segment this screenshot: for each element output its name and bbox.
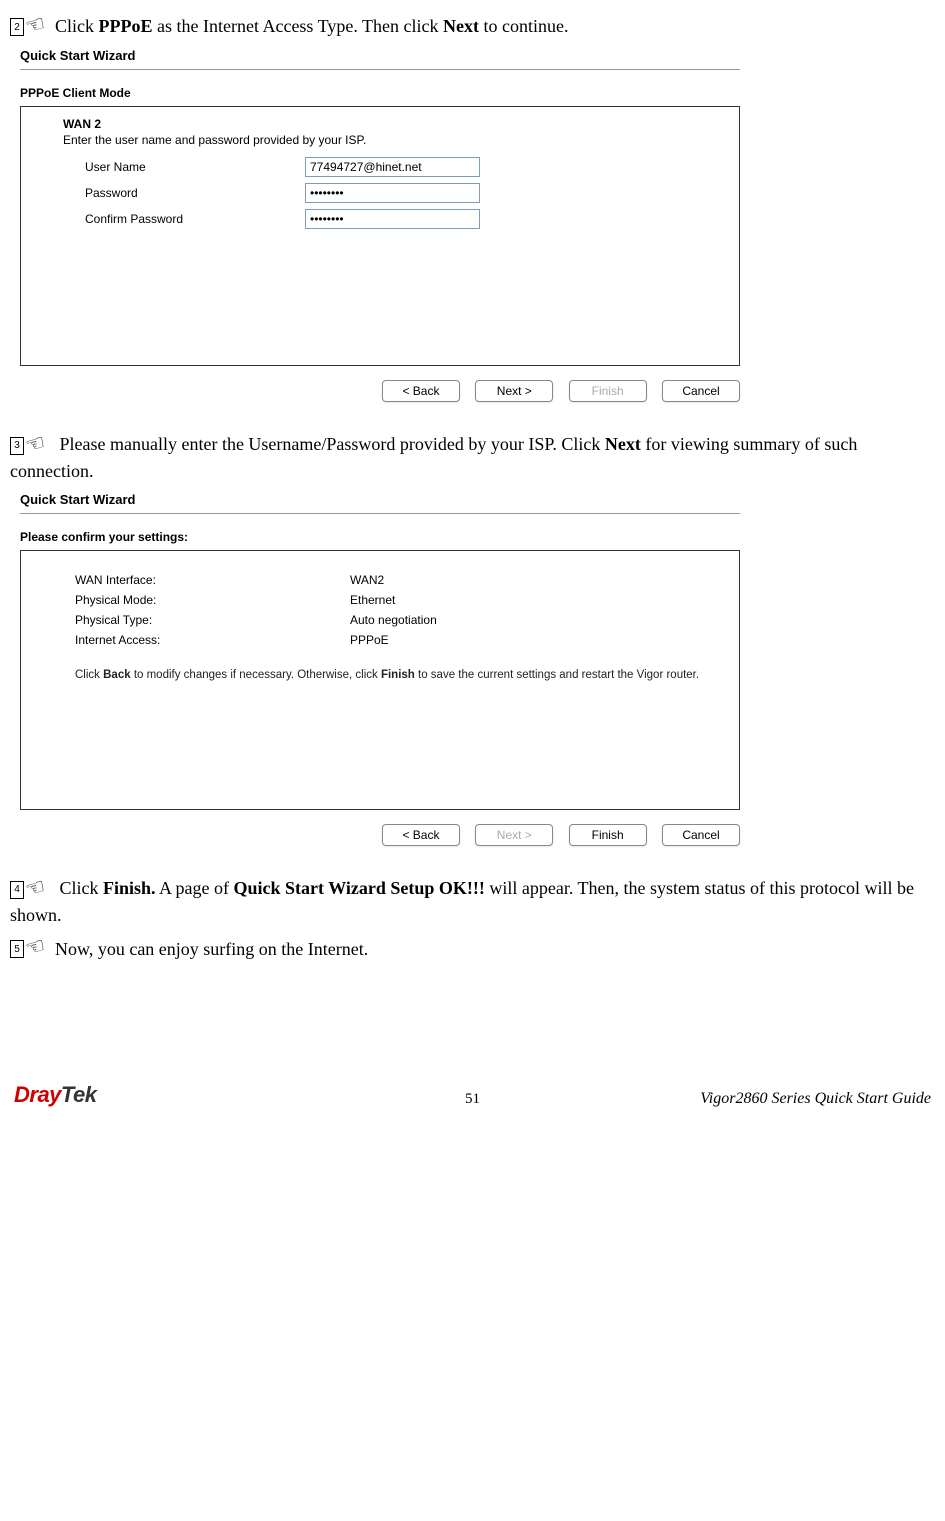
wizard-button-row: < Back Next > Finish Cancel: [20, 380, 740, 402]
cancel-button[interactable]: Cancel: [662, 824, 740, 846]
bold: Next: [443, 16, 479, 36]
input-confirm-password[interactable]: [305, 209, 480, 229]
wizard-confirm-settings: Quick Start Wizard Please confirm your s…: [20, 492, 740, 846]
step-icon: 2☜: [10, 14, 55, 40]
text: Click: [60, 878, 104, 898]
label-password: Password: [85, 186, 305, 200]
logo-part-2: Tek: [61, 1082, 97, 1107]
form-row-password: Password: [85, 183, 725, 203]
text: Please manually enter the Username/Passw…: [60, 434, 605, 454]
section-label: WAN 2: [63, 117, 725, 131]
text: A page of: [156, 878, 234, 898]
input-password[interactable]: [305, 183, 480, 203]
divider: [20, 69, 740, 70]
pointing-hand-icon: ☜: [22, 429, 48, 459]
summary-label: WAN Interface:: [75, 573, 350, 587]
step-number: 2: [10, 18, 24, 36]
wizard-subtitle: PPPoE Client Mode: [20, 86, 740, 100]
text: as the Internet Access Type. Then click: [153, 16, 443, 36]
summary-label: Physical Mode:: [75, 593, 350, 607]
brand-logo: DrayTek: [14, 1082, 97, 1108]
step-number: 5: [10, 940, 24, 958]
bold: PPPoE: [99, 16, 153, 36]
step-icon: 5☜: [10, 936, 55, 962]
label-username: User Name: [85, 160, 305, 174]
finish-button[interactable]: Finish: [569, 824, 647, 846]
wizard-button-row: < Back Next > Finish Cancel: [20, 824, 740, 846]
bold: Back: [103, 669, 131, 681]
bold: Finish.: [103, 878, 156, 898]
wizard-hint: Click Back to modify changes if necessar…: [75, 667, 725, 684]
next-button: Next >: [475, 824, 553, 846]
summary-value: Auto negotiation: [350, 613, 437, 627]
summary-value: WAN2: [350, 573, 384, 587]
step-text: Now, you can enjoy surfing on the Intern…: [55, 937, 935, 962]
section-desc: Enter the user name and password provide…: [63, 133, 725, 147]
back-button[interactable]: < Back: [382, 824, 460, 846]
step-text: Click PPPoE as the Internet Access Type.…: [55, 14, 935, 39]
wizard-panel: WAN 2 Enter the user name and password p…: [20, 106, 740, 366]
bold: Finish: [381, 669, 415, 681]
step-icon: 4☜: [10, 877, 55, 903]
step-2: 2☜ Click PPPoE as the Internet Access Ty…: [10, 14, 935, 40]
finish-button: Finish: [569, 380, 647, 402]
summary-row: Physical Type: Auto negotiation: [75, 613, 725, 627]
page-footer: DrayTek 51 Vigor2860 Series Quick Start …: [10, 1082, 935, 1108]
pointing-hand-icon: ☜: [22, 10, 48, 40]
step-number: 4: [10, 881, 24, 899]
step-number: 3: [10, 437, 24, 455]
summary-label: Physical Type:: [75, 613, 350, 627]
step-icon: 3☜: [10, 433, 55, 459]
page-number: 51: [465, 1091, 480, 1108]
form-row-username: User Name: [85, 157, 725, 177]
text: to continue.: [479, 16, 568, 36]
step-text: Click Finish. A page of Quick Start Wiza…: [10, 878, 914, 925]
footer-guide-title: Vigor2860 Series Quick Start Guide: [700, 1090, 931, 1108]
step-text: Please manually enter the Username/Passw…: [10, 434, 857, 481]
bold: Next: [605, 434, 641, 454]
summary-row: Internet Access: PPPoE: [75, 633, 725, 647]
divider: [20, 513, 740, 514]
step-4: 4☜ Click Finish. A page of Quick Start W…: [10, 876, 935, 928]
bold: Quick Start Wizard Setup OK!!!: [234, 878, 485, 898]
pointing-hand-icon: ☜: [22, 873, 48, 903]
summary-row: Physical Mode: Ethernet: [75, 593, 725, 607]
summary-value: PPPoE: [350, 633, 389, 647]
wizard-panel: WAN Interface: WAN2 Physical Mode: Ether…: [20, 550, 740, 810]
cancel-button[interactable]: Cancel: [662, 380, 740, 402]
text: Click: [75, 669, 103, 681]
wizard-title: Quick Start Wizard: [20, 48, 740, 63]
logo-part-1: Dray: [14, 1082, 61, 1107]
step-3: 3☜ Please manually enter the Username/Pa…: [10, 432, 935, 484]
label-confirm-password: Confirm Password: [85, 212, 305, 226]
text: Click: [55, 16, 99, 36]
text: to save the current settings and restart…: [415, 669, 699, 681]
form-row-confirm: Confirm Password: [85, 209, 725, 229]
text: to modify changes if necessary. Otherwis…: [131, 669, 381, 681]
back-button[interactable]: < Back: [382, 380, 460, 402]
step-5: 5☜ Now, you can enjoy surfing on the Int…: [10, 936, 935, 962]
wizard-title: Quick Start Wizard: [20, 492, 740, 507]
input-username[interactable]: [305, 157, 480, 177]
summary-row: WAN Interface: WAN2: [75, 573, 725, 587]
summary-value: Ethernet: [350, 593, 395, 607]
next-button[interactable]: Next >: [475, 380, 553, 402]
wizard-pppoe-client: Quick Start Wizard PPPoE Client Mode WAN…: [20, 48, 740, 402]
pointing-hand-icon: ☜: [22, 932, 48, 962]
summary-label: Internet Access:: [75, 633, 350, 647]
wizard-subtitle: Please confirm your settings:: [20, 530, 740, 544]
